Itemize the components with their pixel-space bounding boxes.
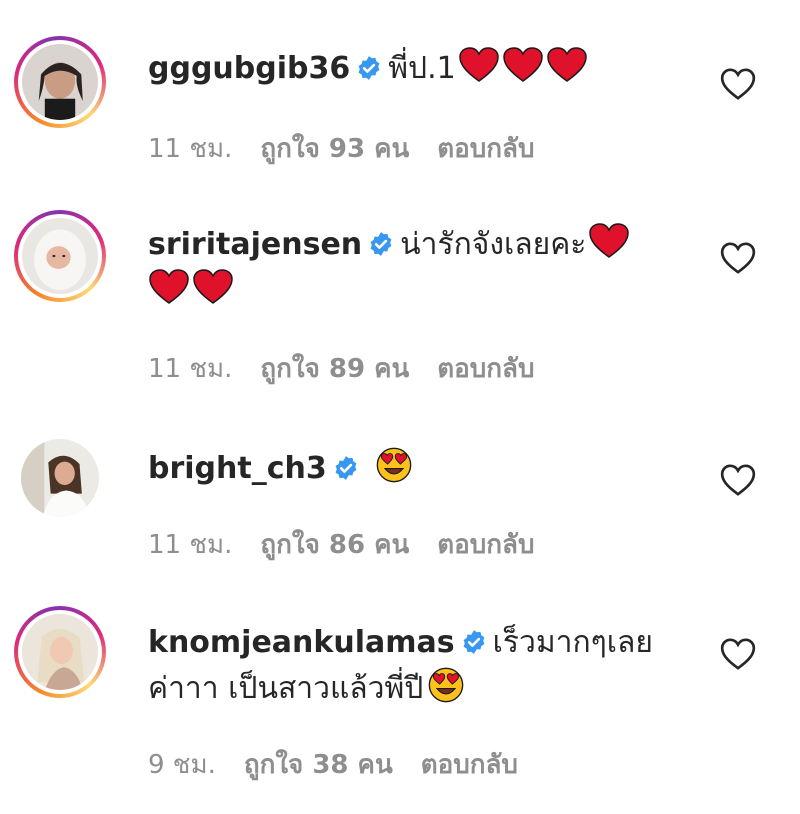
comment-time[interactable]: 9 ชม. <box>148 744 216 785</box>
verified-badge-icon <box>333 455 359 481</box>
username-link[interactable]: knomjeankulamas <box>148 625 455 660</box>
comment-time[interactable]: 11 ชม. <box>148 348 232 389</box>
verified-badge-icon <box>356 55 382 81</box>
reply-button[interactable]: ตอบกลับ <box>437 348 534 389</box>
red-heart-icon <box>192 269 234 305</box>
avatar <box>22 44 98 120</box>
likes-count-button[interactable]: ถูกใจ 38 คน <box>244 744 393 785</box>
verified-badge-icon <box>461 629 487 655</box>
red-heart-icon <box>148 269 190 305</box>
red-heart-icon <box>588 223 630 259</box>
like-heart-icon[interactable] <box>718 64 758 104</box>
avatar <box>22 218 98 294</box>
username-link[interactable]: bright_ch3 <box>148 451 327 486</box>
avatar[interactable] <box>14 432 106 524</box>
red-heart-icon <box>546 47 588 83</box>
avatar-story-ring[interactable] <box>14 210 106 302</box>
comment-text-line2: ค่าาา เป็นสาวแล้วพี่ปี <box>148 671 424 706</box>
username-link[interactable]: gggubgib36 <box>148 51 350 86</box>
username-link[interactable]: sriritajensen <box>148 227 362 262</box>
likes-count-button[interactable]: ถูกใจ 89 คน <box>260 348 409 389</box>
reply-button[interactable]: ตอบกลับ <box>421 744 518 785</box>
comment-text: น่ารักจังเลยคะ <box>400 227 587 262</box>
avatar-story-ring[interactable] <box>14 36 106 128</box>
comment-text: พี่ป.1 <box>388 51 456 86</box>
reply-button[interactable]: ตอบกลับ <box>437 524 534 565</box>
likes-count-button[interactable]: ถูกใจ 86 คน <box>260 524 409 565</box>
comment-text-line1: เร็วมากๆเลย <box>492 625 653 660</box>
red-heart-icon <box>502 47 544 83</box>
comment-time[interactable]: 11 ชม. <box>148 128 232 169</box>
heart-eyes-icon <box>425 667 467 703</box>
likes-count-button[interactable]: ถูกใจ 93 คน <box>260 128 409 169</box>
like-heart-icon[interactable] <box>718 460 758 500</box>
red-heart-icon <box>458 47 500 83</box>
avatar-story-ring[interactable] <box>14 606 106 698</box>
verified-badge-icon <box>368 231 394 257</box>
avatar <box>22 614 98 690</box>
comment-time[interactable]: 11 ชม. <box>148 524 232 565</box>
like-heart-icon[interactable] <box>718 634 758 674</box>
heart-eyes-icon <box>373 447 415 483</box>
reply-button[interactable]: ตอบกลับ <box>437 128 534 169</box>
like-heart-icon[interactable] <box>718 238 758 278</box>
